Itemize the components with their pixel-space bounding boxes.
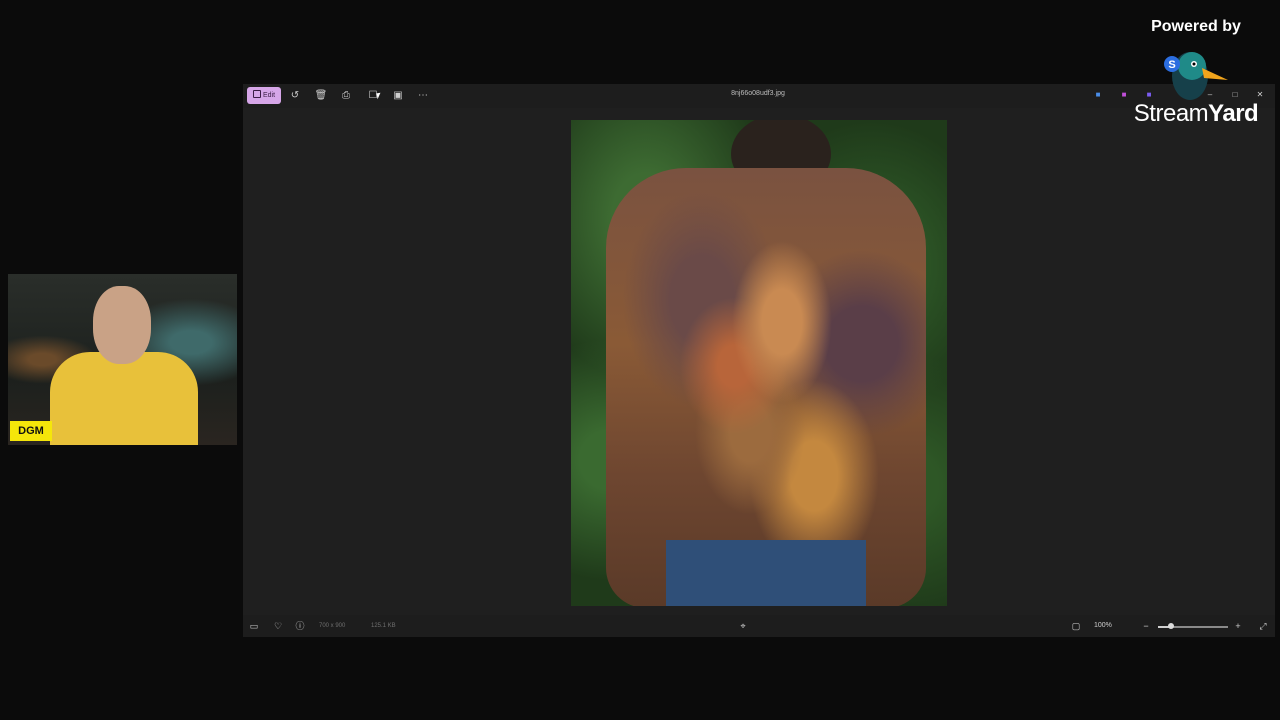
brand-stream-text: Stream: [1133, 100, 1209, 127]
more-icon[interactable]: ⋯: [416, 89, 430, 103]
app-icon-1[interactable]: ■: [1093, 90, 1103, 100]
photo-subject-jeans: [666, 540, 866, 606]
fullscreen-icon[interactable]: ⤢: [1257, 620, 1269, 632]
zoom-value[interactable]: 100%: [1094, 622, 1112, 629]
viewer-toolbar: Edit ↺ 🗑 ⎙ ☐ ▣ ⋯ 8nj66o08udf3.jpg ■ ■ ■ …: [243, 84, 1275, 108]
zoom-in-icon[interactable]: +: [1232, 620, 1244, 632]
info-icon[interactable]: ⓘ: [294, 620, 306, 632]
zoom-slider[interactable]: [1158, 623, 1228, 629]
app-icon-2[interactable]: ■: [1119, 90, 1129, 100]
print-icon[interactable]: ⎙: [339, 89, 353, 103]
app-icon-3[interactable]: ■: [1144, 90, 1154, 100]
close-icon[interactable]: ✕: [1255, 90, 1265, 100]
rotate-icon[interactable]: ↺: [288, 89, 302, 103]
viewer-statusbar: ▭ ♡ ⓘ 700 x 900 125.1 KB ⌖ ▢ 100% − + ⤢: [243, 615, 1275, 637]
delete-icon[interactable]: 🗑: [314, 89, 328, 103]
stream-stage: Edit ↺ 🗑 ⎙ ☐ ▣ ⋯ 8nj66o08udf3.jpg ■ ■ ■ …: [0, 0, 1280, 720]
image-dimensions: 700 x 900: [319, 623, 346, 629]
favorite-icon[interactable]: ♡: [272, 620, 284, 632]
photo-viewer-window: Edit ↺ 🗑 ⎙ ☐ ▣ ⋯ 8nj66o08udf3.jpg ■ ■ ■ …: [243, 84, 1275, 637]
streamyard-duck-logo: S: [1164, 52, 1228, 100]
svg-text:S: S: [1168, 59, 1175, 71]
zoom-out-icon[interactable]: −: [1140, 620, 1152, 632]
zoom-slider-thumb[interactable]: [1167, 623, 1174, 629]
fit-to-window-icon[interactable]: ⌖: [737, 620, 749, 632]
powered-by-label: Powered by: [1151, 18, 1241, 35]
presenter-body: [50, 352, 198, 445]
slideshow-icon[interactable]: ▣: [391, 89, 405, 103]
image-file-size: 125.1 KB: [371, 623, 396, 629]
webcam-feed: [8, 274, 237, 445]
edit-icon: [252, 90, 261, 98]
brand-yard-text: Yard: [1208, 100, 1259, 127]
streamyard-wordmark: StreamYard: [1122, 100, 1270, 128]
actual-size-icon[interactable]: ▢: [1070, 620, 1082, 632]
edit-button[interactable]: Edit: [247, 87, 281, 104]
filmstrip-icon[interactable]: ▭: [248, 620, 260, 632]
mouse-cursor: [376, 92, 382, 100]
edit-button-label: Edit: [262, 92, 276, 99]
presenter-name-tag: DGM: [10, 421, 52, 441]
presenter-head: [93, 286, 151, 364]
displayed-photo[interactable]: [571, 120, 947, 606]
file-title: 8nj66o08udf3.jpg: [731, 90, 785, 97]
maximize-icon[interactable]: □: [1230, 90, 1240, 100]
